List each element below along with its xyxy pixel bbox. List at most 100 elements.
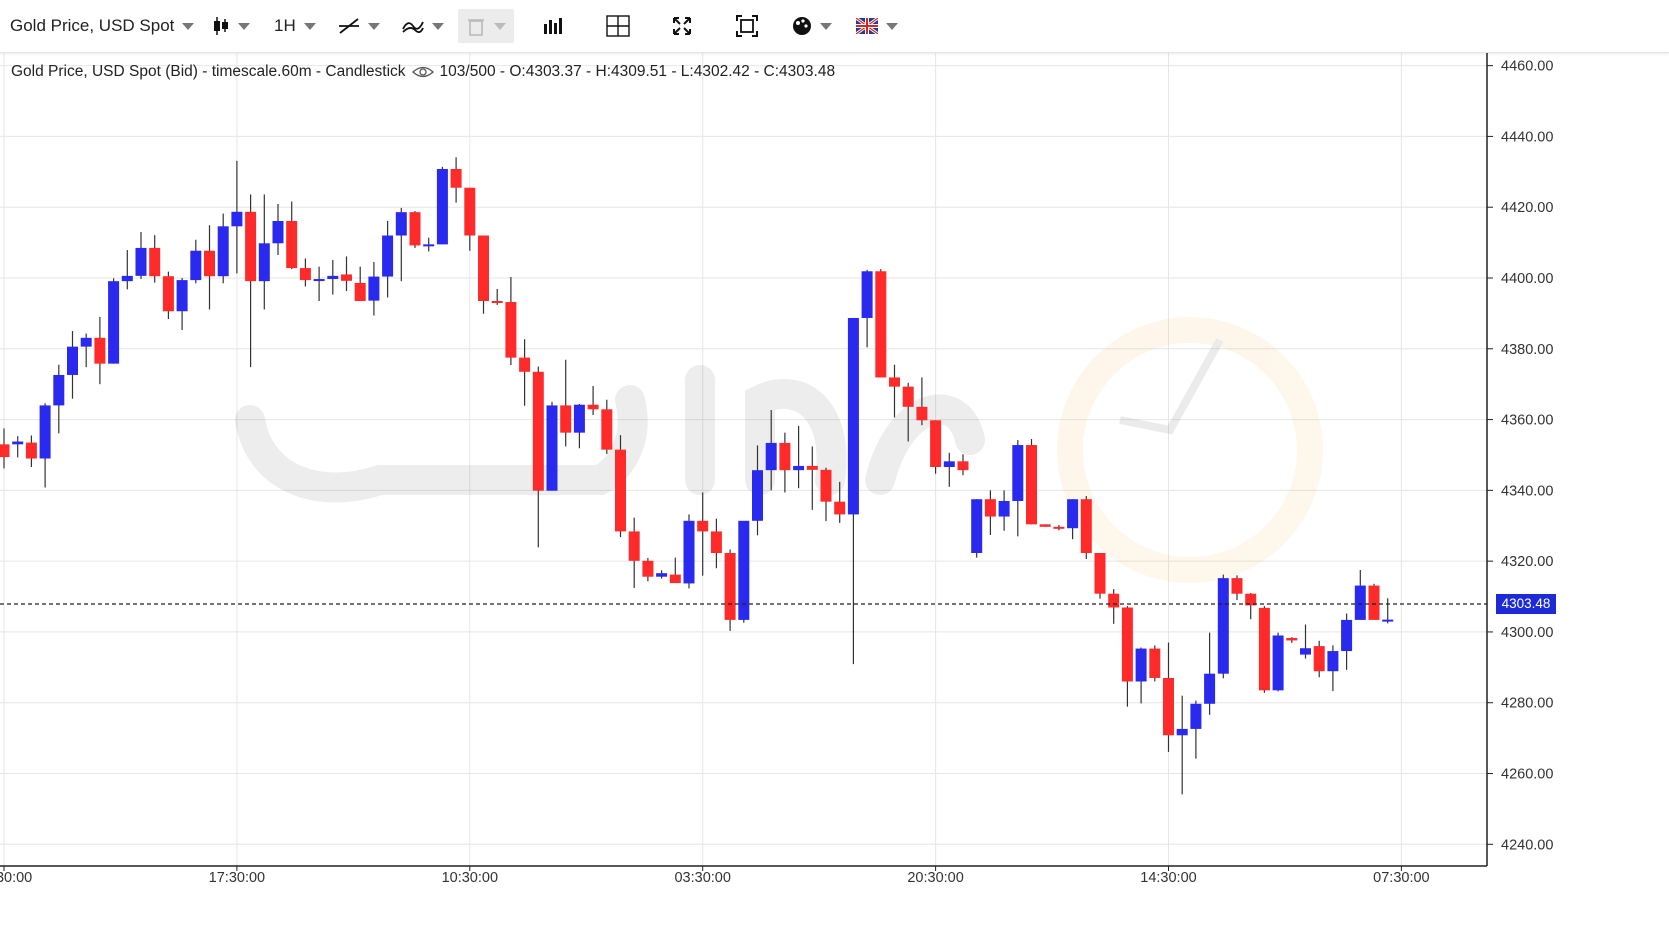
candle-47 (642, 557, 654, 582)
chevron-down-icon (432, 22, 444, 30)
candle-body (793, 465, 805, 471)
candle-body (1149, 648, 1161, 678)
candle-body (121, 275, 133, 282)
candle-89 (1217, 574, 1229, 679)
symbol-selector[interactable]: Gold Price, USD Spot (10, 9, 195, 43)
candle-74 (1012, 440, 1024, 537)
candle-23 (313, 266, 325, 301)
candle-body (820, 469, 832, 502)
candle-3 (39, 403, 51, 488)
candle-body (1313, 646, 1325, 672)
candle-body (423, 244, 435, 247)
candle-88 (1204, 632, 1216, 715)
language-selector[interactable] (856, 9, 898, 43)
candle-body (258, 243, 270, 282)
chevron-down-icon (886, 22, 898, 30)
x-tick-label: 23:30:00 (0, 870, 32, 886)
candle-body (806, 465, 818, 470)
candle-body (190, 250, 202, 281)
candle-body (299, 268, 311, 281)
chevron-down-icon (182, 22, 195, 30)
candle-16 (217, 213, 229, 284)
candle-40 (546, 401, 558, 491)
chevron-down-icon (368, 22, 380, 30)
candle-15 (204, 225, 215, 310)
candle-6 (80, 333, 92, 368)
fullscreen-button[interactable] (672, 9, 692, 43)
candle-12 (162, 271, 174, 320)
candle-body (354, 282, 366, 301)
candle-body (930, 420, 942, 467)
crosshair-button[interactable] (606, 9, 630, 43)
candle-body (669, 574, 681, 584)
candle-27 (368, 262, 380, 316)
candle-body (368, 276, 380, 301)
fit-screen-icon (736, 15, 758, 37)
candle-body (943, 461, 955, 467)
eye-icon[interactable] (411, 65, 434, 79)
symbol-label: Gold Price, USD Spot (10, 16, 175, 35)
candle-body (1286, 637, 1298, 641)
y-tick-label: 4300.00 (1501, 625, 1553, 641)
theme-selector[interactable] (792, 9, 832, 43)
timeframe-label: 1H (274, 16, 296, 35)
candle-body (108, 281, 120, 364)
candle-body (1258, 607, 1270, 691)
x-tick-label: 03:30:00 (674, 870, 730, 886)
palette-icon (793, 17, 811, 35)
candle-body (546, 405, 558, 491)
line-tool-button[interactable] (338, 9, 380, 43)
candle-37 (505, 276, 517, 366)
candle-29 (395, 207, 407, 282)
candle-51 (697, 492, 709, 576)
indicator-icon (402, 21, 424, 33)
timeframe-selector[interactable]: 1H (274, 9, 316, 43)
candle-body (436, 168, 448, 245)
candle-body (752, 470, 763, 521)
candle-body (1080, 499, 1092, 554)
x-tick-label: 17:30:00 (209, 870, 265, 886)
candle-2 (25, 435, 37, 467)
candle-body (875, 271, 887, 378)
candle-body (834, 501, 846, 515)
volume-button[interactable] (543, 9, 563, 43)
x-tick-label: 14:30:00 (1140, 870, 1196, 886)
candle-63 (861, 269, 873, 348)
candle-body (1039, 524, 1051, 527)
delete-drawings-button[interactable] (458, 9, 514, 43)
candle-71 (971, 499, 983, 558)
candle-77 (1053, 525, 1065, 531)
ohlc-stats: 103/500 - O:4303.37 - H:4309.51 - L:4302… (439, 63, 836, 80)
candle-76 (1039, 524, 1051, 527)
candle-73 (998, 490, 1010, 531)
indicator-button[interactable] (402, 9, 444, 43)
candle-25 (341, 256, 352, 292)
candle-80 (1094, 553, 1106, 599)
candle-body (532, 371, 544, 491)
candle-50 (683, 514, 695, 589)
candle-35 (478, 235, 489, 314)
candle-11 (149, 235, 161, 283)
candle-body (409, 212, 421, 246)
candle-17 (231, 160, 243, 274)
candle-83 (1135, 647, 1147, 704)
candle-92 (1258, 606, 1270, 693)
candle-body (889, 377, 900, 387)
candle-69 (943, 452, 955, 487)
candle-21 (286, 201, 298, 270)
candlestick-chart[interactable]: 4240.00 4260.00 4280.00 4300.00 4320.00 4340.… (0, 0, 1669, 943)
candle-body (916, 406, 928, 421)
candle-body (395, 212, 407, 236)
candle-44 (601, 399, 613, 454)
candle-100 (1368, 583, 1380, 620)
uk-flag-icon (856, 18, 878, 34)
x-tick-label: 10:30:00 (442, 870, 498, 886)
candle-body (1217, 578, 1229, 674)
candle-48 (656, 570, 668, 579)
candle-53 (724, 549, 736, 631)
candle-39 (532, 366, 544, 548)
candle-70 (957, 454, 969, 476)
candle-body (505, 302, 517, 358)
fit-screen-button[interactable] (736, 9, 758, 43)
chart-type-selector[interactable] (212, 9, 250, 43)
